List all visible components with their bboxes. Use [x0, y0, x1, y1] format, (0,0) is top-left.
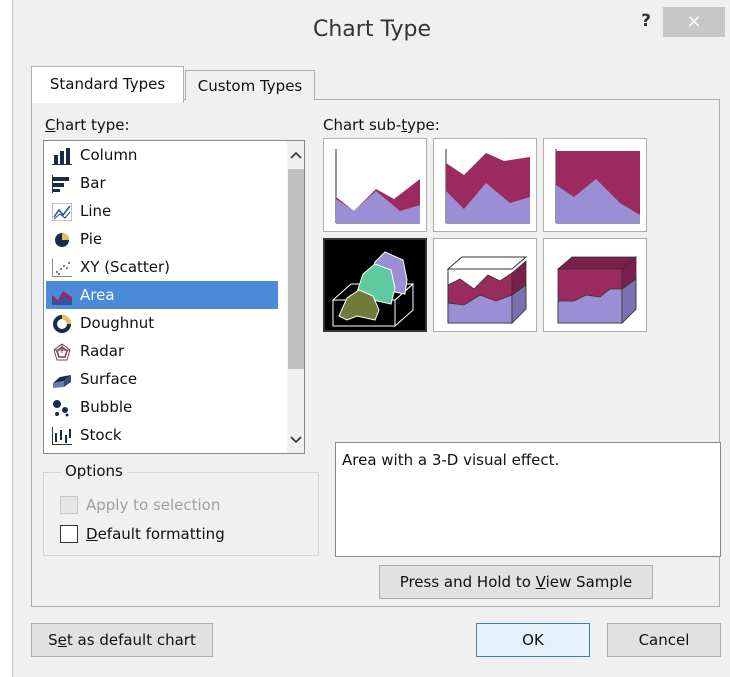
tab-standard-types[interactable]: Standard Types: [31, 66, 184, 103]
subtype-3d-area[interactable]: [323, 238, 427, 332]
area-subtype-icon: [335, 149, 420, 224]
stock-chart-icon: [52, 426, 72, 445]
list-item-line[interactable]: Line: [46, 197, 278, 225]
options-legend: Options: [61, 462, 127, 480]
list-item-bar[interactable]: Bar: [46, 169, 278, 197]
list-item-doughnut[interactable]: Doughnut: [46, 309, 278, 337]
subtype-description: Area with a 3-D visual effect.: [335, 442, 721, 557]
subtype-area[interactable]: [323, 138, 427, 232]
list-item-label: Column: [80, 146, 138, 164]
list-item-stock[interactable]: Stock: [46, 421, 278, 449]
chart-type-list[interactable]: Column Bar Line Pie XY (Scatter) Area Do…: [43, 140, 305, 454]
chart-type-scrollbar[interactable]: [287, 141, 304, 453]
column-chart-icon: [52, 146, 72, 165]
list-item-pie[interactable]: Pie: [46, 225, 278, 253]
area-chart-icon: [52, 286, 72, 305]
list-item-label: Surface: [80, 370, 138, 388]
help-button[interactable]: ?: [633, 8, 659, 34]
list-item-label: Pie: [80, 230, 103, 248]
radar-chart-icon: [52, 342, 72, 361]
line-chart-icon: [51, 202, 73, 222]
list-item-label: Bubble: [80, 398, 133, 416]
100-percent-stacked-area-subtype-icon: [555, 149, 640, 224]
chart-subtype-label: Chart sub-type:: [323, 116, 440, 134]
apply-to-selection-checkbox: [60, 496, 78, 514]
bar-chart-icon: [52, 174, 72, 193]
list-item-bubble[interactable]: Bubble: [46, 393, 278, 421]
dialog-title: Chart Type: [313, 17, 431, 42]
list-item-label: Bar: [80, 174, 106, 192]
3d-area-subtype-icon: [331, 251, 415, 328]
default-formatting-label[interactable]: Default formatting: [86, 525, 225, 543]
close-button[interactable]: ×: [663, 7, 725, 37]
doughnut-chart-icon: [52, 314, 72, 333]
list-item-xy-scatter[interactable]: XY (Scatter): [46, 253, 278, 281]
scroll-up-icon[interactable]: [287, 145, 304, 165]
chart-type-dialog: Chart Type ? × Standard Types Custom Typ…: [12, 0, 730, 677]
list-item-label: Radar: [80, 342, 125, 360]
view-sample-button[interactable]: Press and Hold to View Sample: [379, 565, 653, 599]
cancel-button[interactable]: Cancel: [607, 623, 721, 657]
list-item-label: Stock: [80, 426, 122, 444]
ok-button[interactable]: OK: [476, 623, 590, 657]
options-group: [43, 472, 319, 556]
list-item-area[interactable]: Area: [46, 281, 278, 309]
subtype-100-percent-stacked-area[interactable]: [543, 138, 647, 232]
subtype-stacked-area[interactable]: [433, 138, 537, 232]
scroll-thumb[interactable]: [288, 169, 304, 369]
list-item-label: Line: [80, 202, 112, 220]
scroll-down-icon[interactable]: [287, 429, 304, 449]
pie-chart-icon: [52, 230, 72, 248]
list-item-radar[interactable]: Radar: [46, 337, 278, 365]
scatter-chart-icon: [52, 258, 72, 277]
chart-type-label: Chart type:: [45, 116, 130, 134]
list-item-label: Doughnut: [80, 314, 155, 332]
subtype-3d-100-percent-stacked-area[interactable]: [543, 238, 647, 332]
3d-100-percent-stacked-area-subtype-icon: [556, 256, 638, 324]
list-item-surface[interactable]: Surface: [46, 365, 278, 393]
apply-to-selection-label: Apply to selection: [86, 496, 221, 514]
default-formatting-checkbox[interactable]: [60, 525, 78, 543]
tab-custom-types[interactable]: Custom Types: [185, 70, 315, 100]
list-item-column[interactable]: Column: [46, 141, 278, 169]
surface-chart-icon: [52, 370, 72, 388]
subtype-3d-stacked-area[interactable]: [433, 238, 537, 332]
list-item-label: XY (Scatter): [80, 258, 171, 276]
list-item-label: Area: [80, 286, 115, 304]
set-as-default-chart-button[interactable]: Set as default chart: [31, 623, 213, 657]
bubble-chart-icon: [52, 398, 72, 417]
3d-stacked-area-subtype-icon: [446, 256, 528, 324]
stacked-area-subtype-icon: [445, 149, 530, 224]
